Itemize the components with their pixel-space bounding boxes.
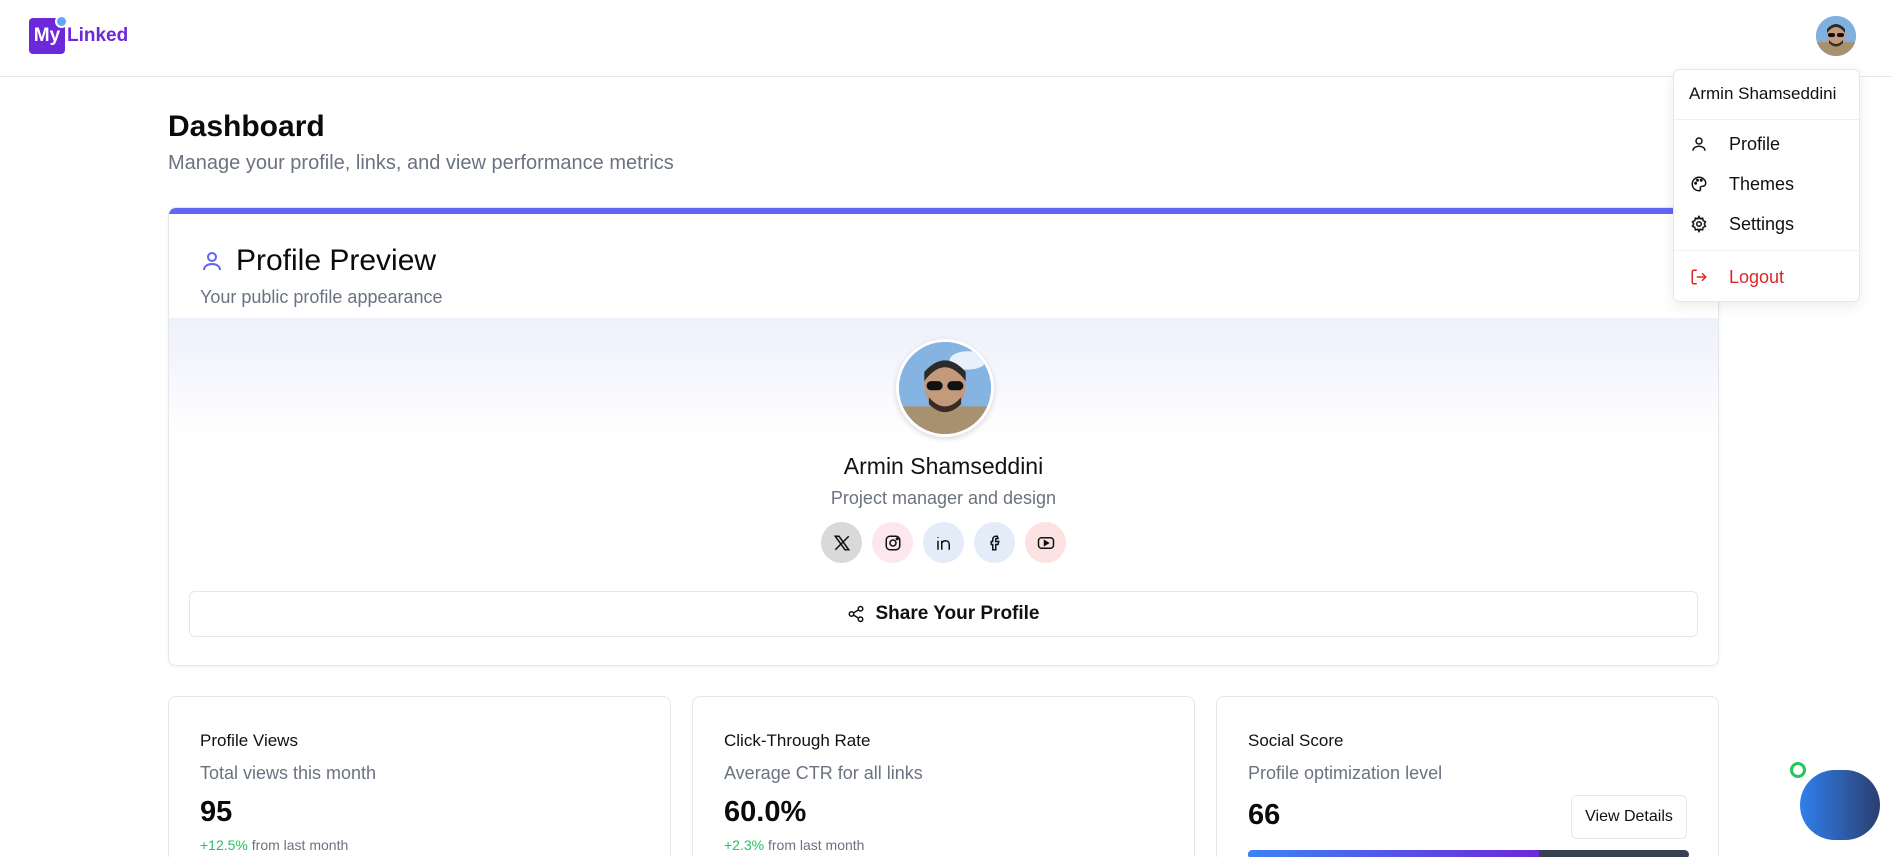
menu-item-label: Logout	[1729, 266, 1785, 287]
social-link-youtube[interactable]	[1025, 522, 1066, 563]
menu-item-label: Settings	[1729, 213, 1795, 234]
logo-mark: My	[29, 15, 68, 54]
facebook-icon	[990, 535, 1000, 550]
share-profile-label: Share Your Profile	[875, 603, 1040, 624]
logo[interactable]: My Linked	[29, 15, 129, 54]
stat-card-social-score: Social Score Profile optimization level …	[1216, 696, 1719, 857]
avatar-image	[1816, 16, 1856, 56]
menu-item-label: Themes	[1729, 173, 1795, 194]
user-menu-name: Armin Shamseddini	[1674, 70, 1859, 120]
user-avatar-button[interactable]	[1816, 16, 1856, 56]
profile-avatar	[896, 339, 994, 437]
online-status-indicator	[1790, 762, 1806, 778]
stat-title: Click-Through Rate	[724, 731, 871, 750]
menu-divider	[1674, 250, 1859, 251]
stat-title: Profile Views	[200, 731, 298, 750]
menu-item-label: Profile	[1729, 133, 1781, 154]
menu-item-profile[interactable]: Profile	[1674, 124, 1859, 164]
social-score-progress	[1248, 850, 1689, 857]
menu-item-settings[interactable]: Settings	[1674, 204, 1859, 244]
stat-title: Social Score	[1248, 731, 1344, 750]
stat-trend-value: +2.3%	[724, 837, 765, 853]
page-title: Dashboard	[168, 110, 325, 143]
avatar-image	[899, 342, 991, 434]
top-bar: My Linked	[0, 0, 1892, 77]
stat-trend-suffix: from last month	[251, 837, 349, 853]
stat-subtitle: Total views this month	[200, 763, 377, 783]
profile-preview-area: Armin Shamseddini Project manager and de…	[169, 318, 1718, 665]
social-link-x[interactable]	[821, 522, 862, 563]
profile-name: Armin Shamseddini	[843, 453, 1044, 479]
stat-value: 66	[1248, 799, 1281, 831]
user-icon	[200, 249, 224, 273]
stat-trend-value: +12.5%	[200, 837, 248, 853]
stat-trend-suffix: from last month	[767, 837, 865, 853]
card-accent-bar	[169, 208, 1718, 214]
social-link-linkedin[interactable]	[923, 522, 964, 563]
stat-subtitle: Average CTR for all links	[724, 763, 923, 783]
profile-role: Project manager and design	[830, 488, 1057, 508]
profile-preview-card: Profile Preview Your public profile appe…	[168, 207, 1719, 666]
instagram-icon	[885, 535, 900, 550]
stat-value: 95	[200, 796, 233, 828]
share-icon	[847, 605, 865, 623]
palette-icon	[1689, 174, 1709, 194]
social-links	[169, 522, 1718, 563]
stat-trend: +12.5% from last month	[200, 837, 348, 853]
logo-my: My	[33, 25, 61, 46]
stat-trend: +2.3% from last month	[724, 837, 864, 853]
stat-value: 60.0%	[724, 796, 807, 828]
page-subtitle: Manage your profile, links, and view per…	[168, 152, 674, 174]
stat-subtitle: Profile optimization level	[1248, 763, 1443, 783]
logout-icon	[1689, 267, 1709, 287]
user-menu-dropdown: Armin Shamseddini Profile Themes Setting…	[1673, 69, 1860, 302]
linkedin-icon	[936, 536, 950, 550]
card-title: Profile Preview	[236, 244, 437, 277]
x-icon	[833, 535, 850, 550]
youtube-icon	[1037, 536, 1054, 549]
gear-icon	[1689, 214, 1709, 234]
social-score-progress-fill	[1248, 850, 1540, 857]
stat-card-profile-views: Profile Views Total views this month 95 …	[168, 696, 671, 857]
logo-text: Linked	[67, 25, 129, 46]
card-subtitle: Your public profile appearance	[200, 287, 443, 307]
view-details-button[interactable]: View Details	[1571, 795, 1687, 839]
menu-item-logout[interactable]: Logout	[1674, 257, 1859, 297]
menu-item-themes[interactable]: Themes	[1674, 164, 1859, 204]
social-link-instagram[interactable]	[872, 522, 913, 563]
social-link-facebook[interactable]	[974, 522, 1015, 563]
stat-card-ctr: Click-Through Rate Average CTR for all l…	[692, 696, 1195, 857]
chat-widget-button[interactable]	[1800, 770, 1880, 840]
share-profile-button[interactable]: Share Your Profile	[189, 591, 1698, 637]
card-header: Profile Preview	[200, 244, 436, 278]
user-icon	[1689, 134, 1709, 154]
